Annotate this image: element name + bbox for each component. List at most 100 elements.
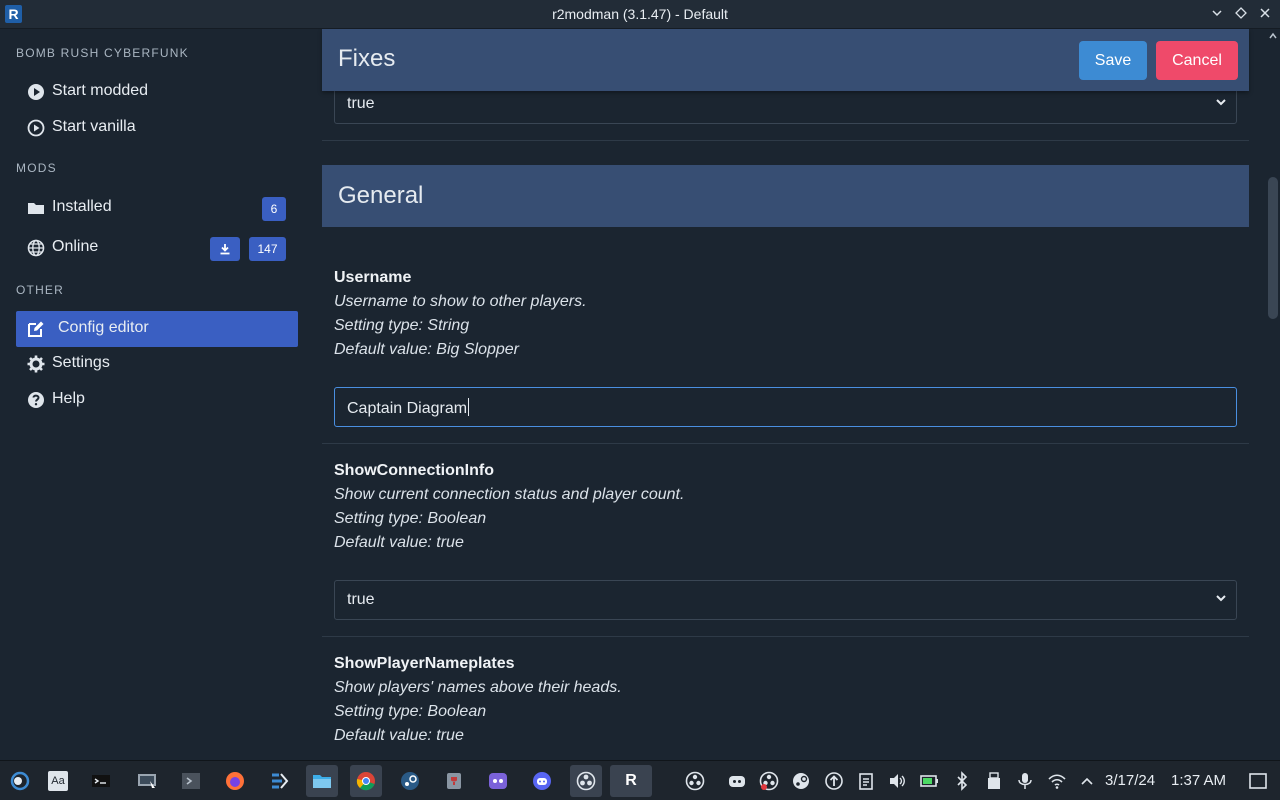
sidebar-item-installed[interactable]: Installed 6	[16, 190, 298, 226]
play-circle-icon	[28, 84, 44, 100]
obs-app[interactable]	[570, 765, 602, 797]
monitor-icon	[138, 774, 156, 788]
show-player-nameplates-description: Show players' names above their heads.	[334, 679, 622, 696]
dictionary-app[interactable]: Aa	[42, 765, 74, 797]
wifi-icon[interactable]	[1047, 771, 1067, 791]
config-editor-label: Config editor	[58, 319, 149, 336]
r2modman-icon: R	[625, 772, 637, 789]
gear-icon	[27, 355, 45, 373]
show-connection-info-description: Show current connection status and playe…	[334, 486, 685, 503]
usb-drive-icon[interactable]	[984, 771, 1004, 791]
minimize-button[interactable]	[1207, 4, 1227, 24]
show-connection-info-select[interactable]: true	[334, 580, 1237, 620]
sidebar-item-settings[interactable]: Settings	[16, 346, 298, 382]
installed-label: Installed	[52, 198, 112, 215]
general-title: General	[338, 182, 424, 209]
show-connection-info-name: ShowConnectionInfo	[334, 462, 494, 479]
cancel-button[interactable]: Cancel	[1156, 41, 1238, 80]
game-controller-app[interactable]	[482, 765, 514, 797]
username-type: Setting type: String	[334, 317, 470, 334]
show-desktop-icon[interactable]	[1248, 771, 1268, 791]
console-app[interactable]	[175, 765, 207, 797]
show-connection-info-select-value: true	[347, 591, 375, 608]
fixes-title: Fixes	[338, 45, 396, 72]
kde-connect-app[interactable]	[263, 765, 295, 797]
steam-tray-icon[interactable]	[791, 771, 811, 791]
volume-icon[interactable]	[887, 771, 907, 791]
dictionary-icon: Aa	[48, 771, 68, 791]
maximize-button[interactable]	[1231, 4, 1251, 24]
chevron-down-icon	[1212, 10, 1222, 17]
firefox-app[interactable]	[219, 765, 251, 797]
update-tray-icon[interactable]	[824, 771, 844, 791]
steam-app[interactable]	[394, 765, 426, 797]
username-input[interactable]: Captain Diagram	[334, 387, 1237, 427]
kde-icon	[272, 773, 289, 789]
help-label: Help	[52, 390, 85, 407]
title-bar: R r2modman (3.1.47) - Default	[0, 0, 1280, 29]
taskbar-time[interactable]: 1:37 AM	[1171, 772, 1226, 789]
main-scrollbar[interactable]	[1266, 29, 1280, 760]
username-value-text: Captain Diagram	[347, 400, 468, 417]
sidebar-item-config-editor[interactable]: Config editor	[16, 311, 298, 347]
bluetooth-icon[interactable]	[952, 771, 972, 791]
general-section-header: General	[322, 165, 1249, 227]
chrome-icon	[356, 772, 375, 791]
scrollbar-thumb[interactable]	[1268, 177, 1278, 319]
show-player-nameplates-default: Default value: true	[334, 727, 464, 744]
file-manager-app[interactable]	[131, 765, 163, 797]
download-badge[interactable]	[210, 237, 240, 261]
play-circle-outline-icon	[27, 119, 45, 137]
sidebar-item-online[interactable]: Online 147	[16, 230, 298, 266]
obs-tray-icon[interactable]	[685, 771, 705, 791]
edit-icon	[28, 321, 44, 337]
show-player-nameplates-type: Setting type: Boolean	[334, 703, 487, 720]
sidebar-item-help[interactable]: Help	[16, 382, 298, 418]
diamond-icon	[1235, 7, 1247, 19]
discord-app[interactable]	[526, 765, 558, 797]
dolphin-app[interactable]	[306, 765, 338, 797]
fixes-select-value: true	[347, 95, 375, 112]
window-title: r2modman (3.1.47) - Default	[552, 6, 728, 22]
taskbar-date[interactable]: 3/17/24	[1105, 772, 1155, 789]
chrome-app[interactable]	[350, 765, 382, 797]
discord-tray-icon[interactable]	[727, 771, 747, 791]
start-vanilla-button[interactable]: Start vanilla	[16, 110, 298, 146]
r2modman-app[interactable]: R	[610, 765, 652, 797]
username-setting-name: Username	[334, 269, 412, 286]
microphone-icon[interactable]	[1015, 771, 1035, 791]
globe-icon	[27, 239, 45, 257]
show-connection-info-type: Setting type: Boolean	[334, 510, 487, 527]
battery-icon[interactable]	[919, 771, 939, 791]
username-input-value: Captain Diagram	[347, 398, 470, 418]
save-button[interactable]: Save	[1079, 41, 1147, 80]
taskbar: Aa R 3/17/24 1:37 AM	[0, 760, 1280, 800]
scroll-up-icon[interactable]	[1268, 31, 1278, 41]
obs-recording-tray-icon[interactable]	[759, 771, 779, 791]
close-icon	[1260, 8, 1270, 18]
game-label: BOMB RUSH CYBERFUNK	[16, 46, 189, 60]
start-modded-label: Start modded	[52, 82, 149, 99]
setting-divider	[322, 636, 1249, 637]
steam-icon	[401, 772, 419, 790]
section-divider	[322, 140, 1249, 141]
text-cursor	[468, 398, 470, 416]
start-vanilla-label: Start vanilla	[52, 118, 136, 135]
start-modded-button[interactable]: Start modded	[16, 74, 298, 110]
clipboard-tray-icon[interactable]	[856, 771, 876, 791]
trophy-icon	[447, 773, 461, 789]
trophy-app[interactable]	[438, 765, 470, 797]
chevron-up-icon[interactable]	[1077, 771, 1097, 791]
other-label: OTHER	[16, 283, 64, 297]
username-description: Username to show to other players.	[334, 293, 587, 310]
close-window-button[interactable]	[1255, 4, 1275, 24]
sidebar: BOMB RUSH CYBERFUNK Start modded Start v…	[0, 29, 310, 760]
obs-icon	[576, 771, 596, 791]
app-launcher-button[interactable]	[4, 765, 36, 797]
online-count-badge: 147	[249, 237, 286, 261]
steamdeck-logo-icon	[10, 771, 30, 791]
konsole-icon	[92, 775, 110, 787]
controller-icon	[489, 773, 507, 789]
fixes-section-header: Fixes Save Cancel	[322, 29, 1249, 91]
terminal-app[interactable]	[85, 765, 117, 797]
